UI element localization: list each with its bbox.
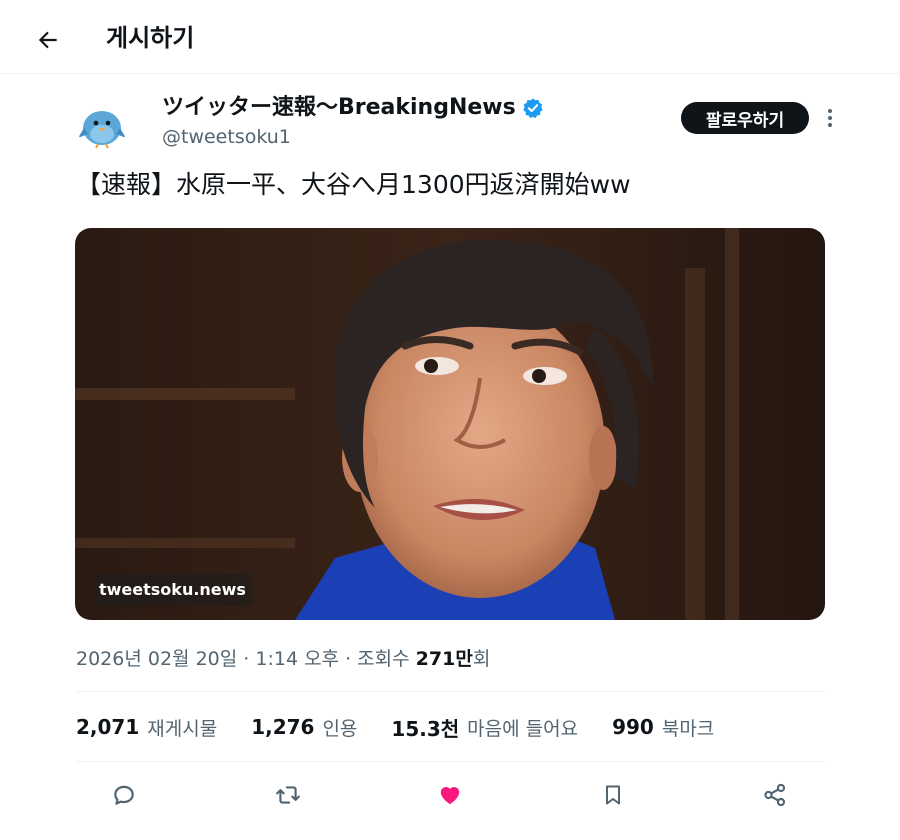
repost-icon: [276, 786, 300, 804]
stat-value: 2,071: [76, 715, 140, 739]
avatar[interactable]: [76, 98, 128, 150]
reply-icon: [114, 785, 134, 805]
stat-value: 15.3천: [391, 716, 460, 741]
divider: [76, 691, 825, 692]
author-name[interactable]: ツイッター速報〜BreakingNews: [162, 93, 544, 123]
tweet-time[interactable]: 1:14 오후: [255, 648, 339, 670]
tweet-media-image[interactable]: tweetsoku.news: [75, 228, 825, 620]
verified-badge-icon: [523, 98, 543, 119]
bird-avatar-icon: [76, 98, 128, 150]
stat-bookmarks[interactable]: 990 북마크: [612, 714, 714, 741]
engagement-stats: 2,071 재게시물 1,276 인용 15.3천 마음에 들어요 990 북마…: [76, 710, 748, 744]
stat-label: 북마크: [661, 717, 715, 740]
tweet-text: 【速報】水原一平、大谷へ月1300円返済開始ww: [76, 170, 631, 199]
stat-value: 1,276: [251, 715, 315, 739]
more-vertical-icon: [828, 109, 832, 127]
meta-separator: ·: [237, 648, 256, 670]
bookmark-icon: [606, 785, 620, 805]
stat-reposts[interactable]: 2,071 재게시물: [76, 714, 217, 741]
views-count: 271만: [415, 648, 473, 670]
tweet-meta: 2026년 02월 20일 · 1:14 오후 · 조회수 271만회: [76, 644, 490, 674]
stat-label: 인용: [322, 717, 358, 740]
views-label: 조회수: [357, 648, 410, 670]
reply-button[interactable]: [105, 776, 143, 814]
stat-value: 990: [612, 715, 654, 739]
like-icon: [440, 787, 460, 805]
back-button[interactable]: [30, 22, 66, 58]
photo-illustration: [75, 228, 825, 620]
stat-likes[interactable]: 15.3천 마음에 들어요: [391, 713, 578, 742]
stat-label: 마음에 들어요: [467, 717, 579, 740]
tweet-actions: [76, 776, 825, 814]
stat-quotes[interactable]: 1,276 인용: [251, 714, 357, 741]
stat-label: 재게시물: [147, 717, 218, 740]
tweet-date[interactable]: 2026년 02월 20일: [76, 648, 237, 670]
divider: [76, 761, 825, 762]
top-bar: 게시하기: [0, 0, 900, 74]
views-suffix: 회: [472, 648, 491, 670]
repost-button[interactable]: [269, 776, 307, 814]
share-icon: [764, 783, 786, 807]
bookmark-button[interactable]: [594, 776, 632, 814]
meta-separator: ·: [339, 648, 358, 670]
author-display-name: ツイッター速報〜BreakingNews: [162, 95, 516, 120]
more-options-button[interactable]: [818, 104, 842, 132]
arrow-left-icon: [38, 31, 57, 49]
media-watermark: tweetsoku.news: [93, 574, 252, 606]
like-button[interactable]: [431, 776, 469, 814]
page-title: 게시하기: [106, 24, 195, 52]
follow-button[interactable]: 팔로우하기: [681, 102, 809, 134]
share-button[interactable]: [756, 776, 794, 814]
author-handle[interactable]: @tweetsoku1: [162, 124, 291, 150]
